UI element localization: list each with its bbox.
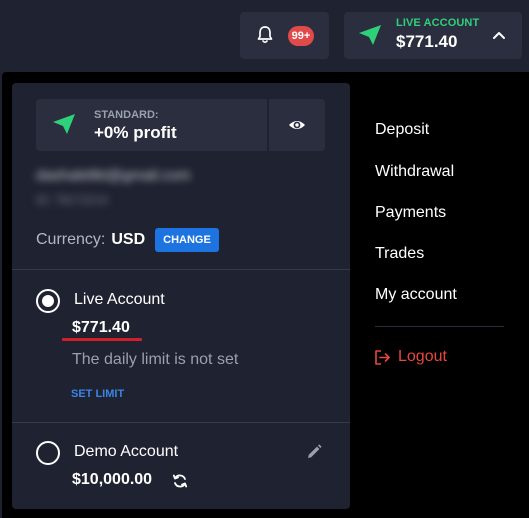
set-limit-link[interactable]: SET LIMIT <box>71 388 124 400</box>
logout-label: Logout <box>398 348 447 365</box>
user-email: dashalelikt@gmail.com <box>36 167 191 184</box>
chevron-up-icon <box>493 32 505 39</box>
notifications-button[interactable]: 99+ <box>240 12 329 59</box>
pencil-icon[interactable] <box>306 444 322 460</box>
menu-item-payments[interactable]: Payments <box>375 204 446 222</box>
divider <box>12 422 350 423</box>
paper-plane-icon <box>359 25 381 45</box>
logout-icon <box>375 349 390 365</box>
menu-item-trades[interactable]: Trades <box>375 245 424 263</box>
status-value: +0% profit <box>94 123 177 142</box>
menu-item-my-account[interactable]: My account <box>375 286 457 304</box>
bell-icon <box>257 26 273 44</box>
demo-account-balance: $10,000.00 <box>72 471 153 488</box>
refresh-icon[interactable] <box>172 473 188 489</box>
eye-icon <box>289 121 305 129</box>
currency-label: Currency: <box>36 231 106 248</box>
demo-account-name[interactable]: Demo Account <box>74 443 178 461</box>
status-card: STANDARD: +0% profit <box>36 99 267 151</box>
menu-item-deposit[interactable]: Deposit <box>375 121 429 139</box>
live-account-radio[interactable] <box>36 289 60 313</box>
account-type-label: LIVE ACCOUNT <box>396 17 480 29</box>
account-panel: STANDARD: +0% profit dashalelikt@gmail.c… <box>12 83 350 509</box>
page: 99+ LIVE ACCOUNT $771.40 STANDARD: +0% p… <box>0 0 529 518</box>
change-currency-button[interactable]: CHANGE <box>155 228 219 252</box>
logout-button[interactable]: Logout <box>374 348 447 366</box>
notifications-count-badge: 99+ <box>288 26 314 46</box>
daily-limit-text: The daily limit is not set <box>72 351 239 368</box>
status-label: STANDARD: <box>94 109 159 121</box>
currency-value: USD <box>111 231 146 248</box>
divider <box>12 269 350 270</box>
live-account-balance: $771.40 <box>72 319 130 336</box>
menu-divider <box>375 326 504 327</box>
toggle-balance-visibility-button[interactable] <box>269 99 325 151</box>
live-account-name[interactable]: Live Account <box>74 291 165 309</box>
active-account-underline <box>62 338 142 341</box>
menu-item-withdrawal[interactable]: Withdrawal <box>375 163 454 181</box>
account-switcher-button[interactable]: LIVE ACCOUNT $771.40 <box>344 12 522 59</box>
paper-plane-icon <box>53 114 75 134</box>
demo-account-radio[interactable] <box>36 441 60 465</box>
currency-row: Currency: USD CHANGE <box>36 228 219 252</box>
user-id: ID: 78172214 <box>36 193 109 207</box>
account-balance: $771.40 <box>396 32 458 51</box>
